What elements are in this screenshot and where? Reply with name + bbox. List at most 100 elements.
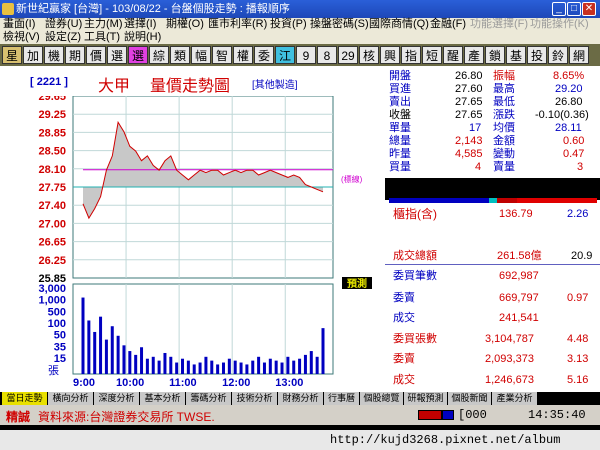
tab-horizontal[interactable]: 橫向分析 xyxy=(48,392,94,405)
var-value: 0.47 xyxy=(563,148,585,160)
price-tick-label: 26.25 xyxy=(38,255,66,267)
volume-bar xyxy=(186,360,190,374)
tab-calendar[interactable]: 行事曆 xyxy=(324,392,360,405)
amt-value: 0.60 xyxy=(563,135,585,147)
volume-bar xyxy=(151,356,155,374)
tool-btn-28[interactable]: 網 xyxy=(569,46,589,64)
volume-bar xyxy=(239,362,243,374)
index-chg: 2.26 xyxy=(567,208,589,220)
price-tick-label: 28.50 xyxy=(38,146,66,158)
tab-research[interactable]: 研報預測 xyxy=(404,392,448,405)
volume-bar xyxy=(298,358,302,374)
volume-bar xyxy=(122,345,126,374)
tool-btn-18[interactable]: 核 xyxy=(359,46,379,64)
askcnt-value: 669,797 xyxy=(499,292,539,304)
tool-btn-13[interactable]: 委 xyxy=(254,46,274,64)
tool-btn-7[interactable]: 選 xyxy=(128,46,148,64)
menu-invest[interactable]: 投資(P) xyxy=(270,18,307,31)
menu-finance[interactable]: 金融(F) xyxy=(430,18,466,31)
menu-major[interactable]: 主力(M) xyxy=(84,18,123,31)
tool-btn-1[interactable]: 星 xyxy=(2,46,22,64)
tool-btn-23[interactable]: 產 xyxy=(464,46,484,64)
time-tick-label: 12:00 xyxy=(222,377,250,389)
tool-btn-8[interactable]: 綜 xyxy=(149,46,169,64)
time-tick-label: 10:00 xyxy=(116,377,144,389)
tab-overview[interactable]: 個股總覽 xyxy=(360,392,404,405)
volume-bar xyxy=(315,356,319,374)
volume-bar xyxy=(227,358,231,374)
menu-func-op[interactable]: 功能操作(K) xyxy=(530,18,589,31)
toolbar: 星 加 機 期 價 選 選 綜 類 幅 智 權 委 江 9 8 29 核 興 指… xyxy=(0,44,600,66)
close-button[interactable]: ✕ xyxy=(582,2,596,16)
volume-bar xyxy=(268,358,272,374)
volume-bar xyxy=(233,360,237,374)
index-value: 136.79 xyxy=(499,208,533,220)
volume-bar xyxy=(145,358,149,374)
ratio-bar-bg xyxy=(385,178,600,200)
volume-bar xyxy=(116,335,120,374)
tab-chips[interactable]: 籌碼分析 xyxy=(186,392,232,405)
volume-bar xyxy=(292,360,296,374)
tool-btn-21[interactable]: 短 xyxy=(422,46,442,64)
tool-btn-6[interactable]: 選 xyxy=(107,46,127,64)
tool-btn-15[interactable]: 9 xyxy=(296,46,316,64)
tool-btn-11[interactable]: 智 xyxy=(212,46,232,64)
tool-btn-14[interactable]: 江 xyxy=(275,46,295,64)
menu-select[interactable]: 選擇(I) xyxy=(124,18,156,31)
minimize-button[interactable]: _ xyxy=(552,2,566,16)
tool-btn-2[interactable]: 加 xyxy=(23,46,43,64)
tool-btn-16[interactable]: 8 xyxy=(317,46,337,64)
tab-financial[interactable]: 財務分析 xyxy=(278,392,324,405)
menu-trading-code[interactable]: 操盤密碼(S) xyxy=(310,18,369,31)
tool-btn-19[interactable]: 興 xyxy=(380,46,400,64)
tool-btn-10[interactable]: 幅 xyxy=(191,46,211,64)
volume-bar xyxy=(128,351,132,374)
maximize-button[interactable]: □ xyxy=(567,2,581,16)
menu-screen[interactable]: 畫面(I) xyxy=(3,18,35,31)
asklot-value: 2,093,373 xyxy=(485,353,534,365)
bidlot-label: 委買張數 xyxy=(393,333,437,345)
turnover-pct: 20.9 xyxy=(571,250,593,262)
menu-view[interactable]: 檢視(V) xyxy=(3,31,40,44)
price-tick-label: 29.25 xyxy=(38,109,66,121)
volume-bar xyxy=(257,356,261,374)
menu-settings[interactable]: 設定(Z) xyxy=(45,31,81,44)
status-indicator-red xyxy=(418,410,442,420)
tool-btn-22[interactable]: 醒 xyxy=(443,46,463,64)
menu-func-select[interactable]: 功能選擇(F) xyxy=(470,18,528,31)
menu-options[interactable]: 期權(O) xyxy=(166,18,204,31)
volume-bar xyxy=(286,356,290,374)
menu-intl[interactable]: 國際商情(Q) xyxy=(369,18,429,31)
tab-basic[interactable]: 基本分析 xyxy=(140,392,186,405)
tool-btn-24[interactable]: 鎖 xyxy=(485,46,505,64)
tab-news[interactable]: 個股新聞 xyxy=(448,392,492,405)
ref-line-label: (標線) xyxy=(341,174,363,184)
menu-securities[interactable]: 證券(U) xyxy=(45,18,82,31)
tool-btn-26[interactable]: 投 xyxy=(527,46,547,64)
tool-btn-3[interactable]: 機 xyxy=(44,46,64,64)
tab-technical[interactable]: 技術分析 xyxy=(232,392,278,405)
predict-label[interactable]: 預測 xyxy=(347,277,367,290)
tool-btn-5[interactable]: 價 xyxy=(86,46,106,64)
tool-btn-20[interactable]: 指 xyxy=(401,46,421,64)
volume-bar xyxy=(81,297,85,374)
menu-tools[interactable]: 工具(T) xyxy=(84,31,120,44)
volume-bar xyxy=(87,320,91,374)
tool-btn-27[interactable]: 鈴 xyxy=(548,46,568,64)
tab-industry[interactable]: 產業分析 xyxy=(492,392,538,405)
volume-bar xyxy=(99,316,103,374)
tool-btn-25[interactable]: 基 xyxy=(506,46,526,64)
status-time: 14:35:40 xyxy=(528,408,586,422)
volume-bar xyxy=(140,347,144,374)
tab-today[interactable]: 當日走勢 xyxy=(2,392,48,405)
tool-btn-12[interactable]: 權 xyxy=(233,46,253,64)
tool-btn-4[interactable]: 期 xyxy=(65,46,85,64)
time-tick-label: 11:00 xyxy=(169,377,197,389)
stock-name: 大甲 xyxy=(98,78,131,95)
menu-help[interactable]: 說明(H) xyxy=(124,31,161,44)
tool-btn-17[interactable]: 29 xyxy=(338,46,358,64)
tab-depth[interactable]: 深度分析 xyxy=(94,392,140,405)
chg-value: -0.10(0.36) xyxy=(535,109,589,121)
menu-forex[interactable]: 匯市利率(R) xyxy=(208,18,267,31)
tool-btn-9[interactable]: 類 xyxy=(170,46,190,64)
